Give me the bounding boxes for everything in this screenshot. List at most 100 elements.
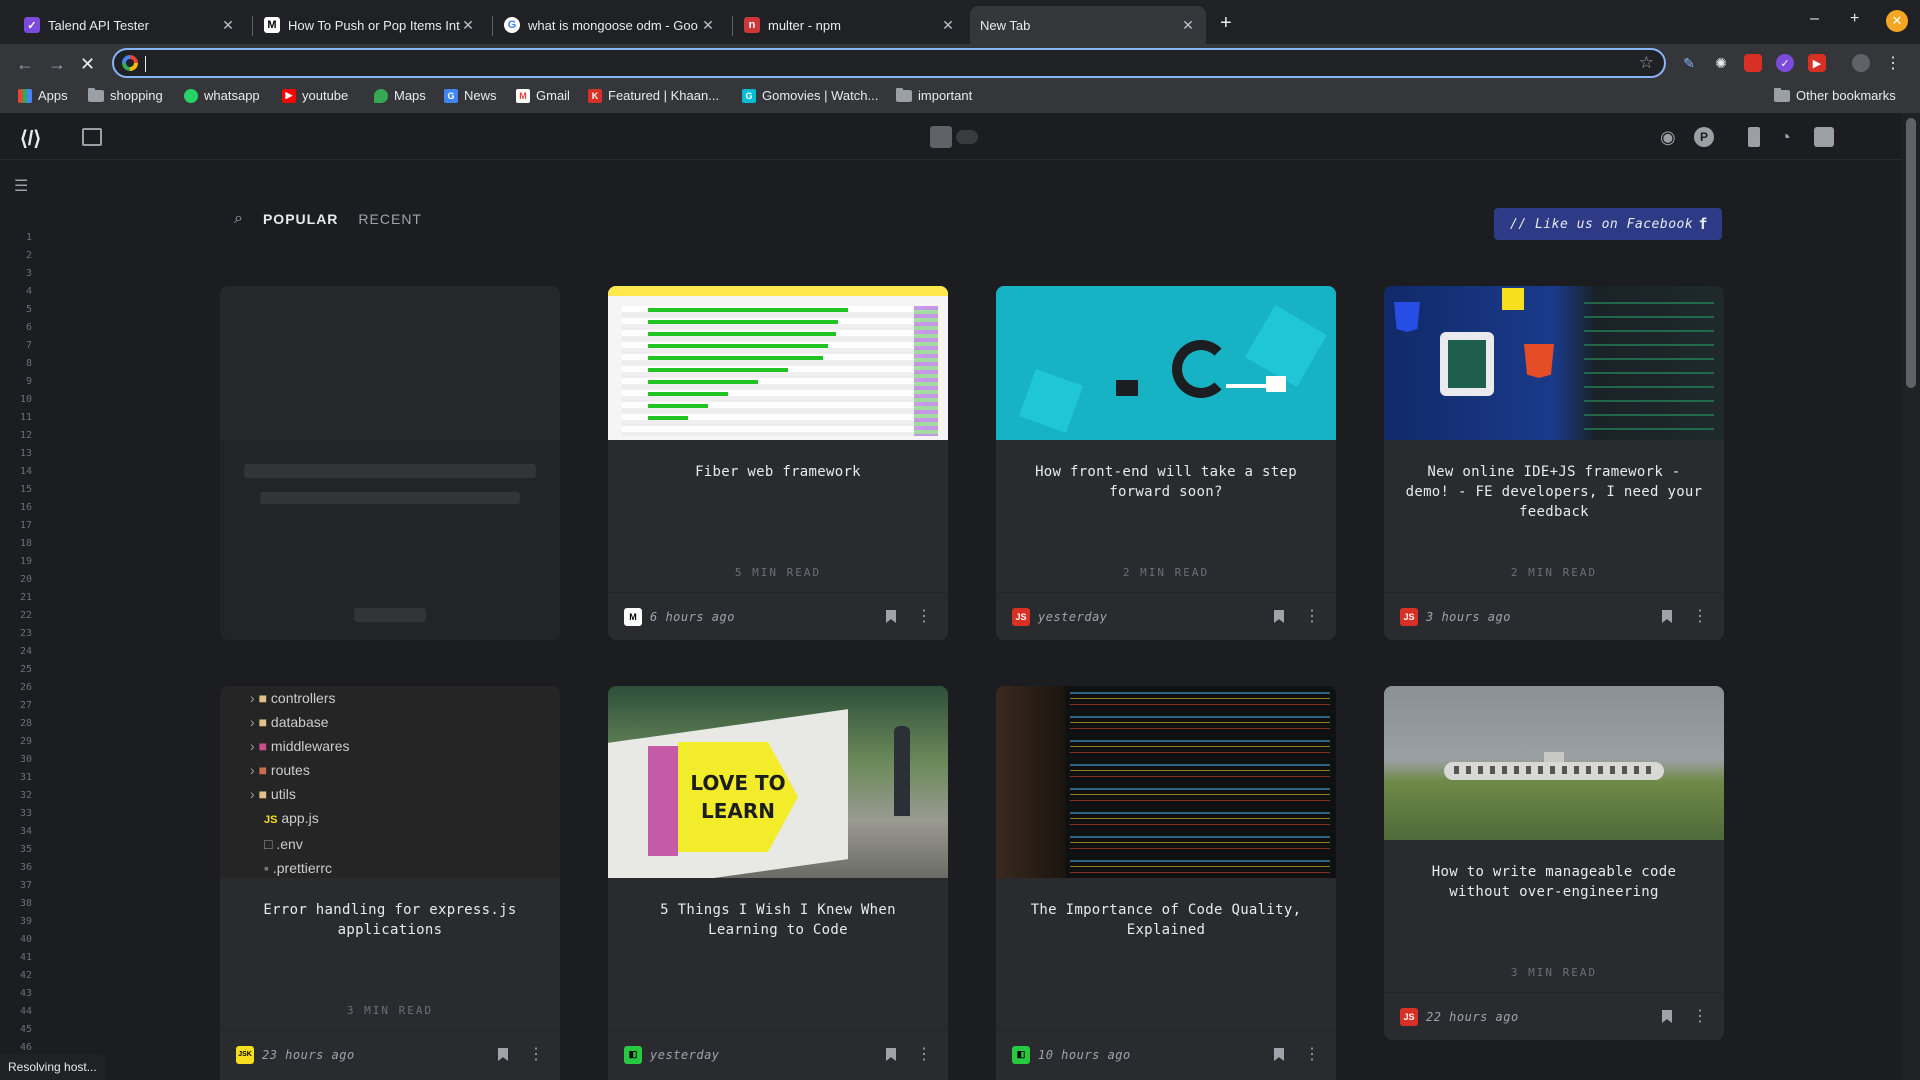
bookmark-gmail[interactable]: M Gmail [516, 88, 570, 103]
line-number: 3 [25, 268, 32, 279]
bookmark-news[interactable]: G News [444, 88, 497, 103]
more-options-icon[interactable]: ⋮ [1304, 1046, 1320, 1063]
bookmark-shopping[interactable]: shopping [88, 87, 163, 103]
more-options-icon[interactable]: ⋮ [1304, 608, 1320, 625]
address-bar[interactable]: ☆ [112, 48, 1666, 78]
bookmark-khan[interactable]: K Featured | Khaan... [588, 88, 719, 103]
bookmark-icon[interactable] [886, 1048, 896, 1061]
mobile-icon[interactable] [1748, 127, 1760, 147]
bookmark-icon[interactable] [1274, 1048, 1284, 1061]
talend-extension-icon[interactable]: ✓ [1776, 54, 1794, 72]
line-number: 6 [25, 322, 32, 333]
stop-loading-icon[interactable]: ✕ [80, 54, 95, 75]
avatar[interactable] [1852, 54, 1870, 72]
close-icon[interactable]: ✕ [220, 17, 236, 34]
line-number: 27 [19, 700, 32, 711]
google-icon: G [504, 17, 520, 33]
scrollbar-thumb[interactable] [1906, 118, 1916, 388]
line-number: 11 [19, 412, 32, 423]
github-icon[interactable]: ◉ [1660, 127, 1676, 148]
menu-dots-icon[interactable]: ⋮ [1884, 54, 1902, 72]
card-article[interactable]: LOVE TO LEARN 5 Things I Wish I Knew Whe… [608, 686, 948, 1080]
bookmark-icon[interactable] [498, 1048, 508, 1061]
card-image [996, 686, 1336, 878]
line-number: 31 [19, 772, 32, 783]
more-options-icon[interactable]: ⋮ [1692, 1008, 1708, 1025]
line-number: 33 [19, 808, 32, 819]
card-article[interactable]: How front-end will take a step forward s… [996, 286, 1336, 640]
line-number: 35 [19, 844, 32, 855]
history-icon[interactable]: ◔ [1780, 127, 1791, 148]
settings-icon[interactable] [1814, 127, 1834, 147]
card-article[interactable]: How to write manageable code without ove… [1384, 686, 1724, 1040]
close-window-button[interactable]: ✕ [1886, 10, 1908, 32]
line-number: 13 [19, 448, 32, 459]
line-number: 37 [19, 880, 32, 891]
close-icon[interactable]: ✕ [460, 17, 476, 34]
tab-talend[interactable]: ✓ Talend API Tester ✕ [14, 6, 246, 44]
bookmark-icon[interactable] [886, 610, 896, 623]
other-bookmarks[interactable]: Other bookmarks [1774, 87, 1896, 103]
bookmark-icon[interactable] [1274, 610, 1284, 623]
bookmark-maps[interactable]: Maps [374, 88, 426, 103]
minimize-button[interactable]: – [1810, 10, 1819, 28]
line-number: 41 [19, 952, 32, 963]
close-icon[interactable]: ✕ [940, 17, 956, 34]
page-scrollbar[interactable] [1902, 114, 1920, 1080]
bookmark-gomovies[interactable]: G Gomovies | Watch... [742, 88, 878, 103]
tab-popular[interactable]: POPULAR [263, 211, 338, 227]
close-icon[interactable]: ✕ [1180, 17, 1196, 34]
bookmark-important[interactable]: important [896, 87, 972, 103]
line-number: 1 [25, 232, 32, 243]
gear-extension-icon[interactable]: ✺ [1712, 54, 1730, 72]
app-logo-icon[interactable]: ⟨/⟩ [20, 126, 41, 151]
bookmark-icon[interactable] [1662, 610, 1672, 623]
tab-medium[interactable]: M How To Push or Pop Items Into ✕ [254, 6, 486, 44]
pen-extension-icon[interactable]: ✎ [1680, 54, 1698, 72]
whatsapp-icon [184, 88, 198, 103]
line-number: 22 [19, 610, 32, 621]
toggle-switch[interactable] [956, 130, 978, 144]
line-number: 43 [19, 988, 32, 999]
card-article[interactable]: The Importance of Code Quality, Explaine… [996, 686, 1336, 1080]
video-extension-icon[interactable]: ▶ [1808, 54, 1826, 72]
facebook-like-button[interactable]: // Like us on Facebook f [1494, 208, 1722, 240]
bookmark-apps[interactable]: Apps [18, 88, 68, 103]
more-options-icon[interactable]: ⋮ [1692, 608, 1708, 625]
tab-npm[interactable]: n multer - npm ✕ [734, 6, 966, 44]
javascript-source-icon: JS [1012, 607, 1030, 626]
javascript-source-icon: JSK [236, 1045, 254, 1064]
card-loading-placeholder [220, 286, 560, 640]
line-number: 39 [19, 916, 32, 927]
tab-recent[interactable]: RECENT [358, 211, 422, 227]
maximize-button[interactable]: + [1850, 10, 1859, 28]
line-number: 42 [19, 970, 32, 981]
card-article[interactable]: New online IDE+JS framework - demo! - FE… [1384, 286, 1724, 640]
bookmark-toggle-icon[interactable] [930, 126, 952, 148]
card-article[interactable]: Fiber web framework 5 MIN READ M 6 hours… [608, 286, 948, 640]
line-number: 19 [19, 556, 32, 567]
line-number: 24 [19, 646, 32, 657]
hamburger-menu-icon[interactable]: ☰ [14, 176, 28, 196]
forward-icon[interactable]: → [48, 54, 66, 75]
bookmark-icon[interactable] [1662, 1010, 1672, 1023]
line-number: 15 [19, 484, 32, 495]
search-icon[interactable]: ⌕ [234, 210, 243, 228]
more-options-icon[interactable]: ⋮ [916, 1046, 932, 1063]
tab-google[interactable]: G what is mongoose odm - Goo ✕ [494, 6, 726, 44]
filter-bar: ⌕ POPULAR RECENT [234, 210, 422, 228]
new-tab-button[interactable]: + [1220, 12, 1232, 35]
layout-icon[interactable] [82, 128, 102, 146]
line-number: 8 [25, 358, 32, 369]
close-icon[interactable]: ✕ [700, 17, 716, 34]
back-icon[interactable]: ← [16, 54, 34, 75]
more-options-icon[interactable]: ⋮ [916, 608, 932, 625]
tab-new-tab[interactable]: New Tab ✕ [970, 6, 1206, 44]
more-options-icon[interactable]: ⋮ [528, 1046, 544, 1063]
bookmark-youtube[interactable]: ▶ youtube [282, 88, 348, 103]
card-article[interactable]: › ■ controllers › ■ database › ■ middlew… [220, 686, 560, 1080]
pdf-extension-icon[interactable] [1744, 54, 1762, 72]
product-hunt-icon[interactable]: P [1694, 127, 1714, 147]
bookmark-star-icon[interactable]: ☆ [1639, 53, 1654, 73]
bookmark-whatsapp[interactable]: whatsapp [184, 88, 260, 103]
